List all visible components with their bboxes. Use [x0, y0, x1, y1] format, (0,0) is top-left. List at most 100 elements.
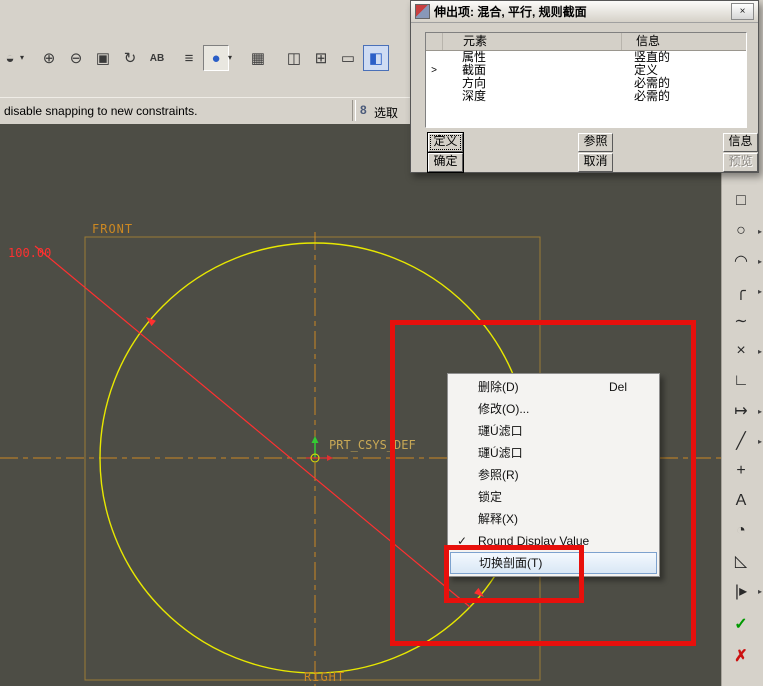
- annotation-rectangle-small: [444, 545, 584, 603]
- repaint-icon: ↻: [124, 49, 137, 67]
- text-icon: A: [736, 492, 747, 510]
- active-window-icon: ◧: [369, 49, 383, 67]
- dimension-icon: +: [736, 462, 745, 480]
- mirror-tool[interactable]: |▸: [728, 578, 754, 604]
- flyout-arrow-icon[interactable]: ▸: [758, 287, 762, 296]
- flyout-arrow-icon[interactable]: ▸: [758, 347, 762, 356]
- table-header-row: 元素 信息: [426, 33, 746, 51]
- spin-center-icon: ●: [211, 50, 220, 67]
- chamfer-tool[interactable]: ◺: [728, 548, 754, 574]
- modify-tool[interactable]: ◔: [728, 518, 754, 544]
- rectangle-tool[interactable]: □: [728, 188, 754, 214]
- text-tool[interactable]: A: [728, 488, 754, 514]
- element-dialog: 伸出项: 混合, 平行, 规则截面 × 元素 信息 属性 竖直的 > 截面 定义…: [410, 0, 759, 173]
- view-grid-icon: ▦: [251, 49, 265, 67]
- cancel-button[interactable]: 取消: [578, 153, 613, 172]
- dialog-titlebar[interactable]: 伸出项: 混合, 平行, 规则截面 ×: [411, 1, 758, 23]
- element-cell: 深度: [442, 90, 620, 103]
- select-status-label: 选取: [374, 104, 398, 121]
- circle-icon: ○: [736, 222, 746, 240]
- window-tile-button[interactable]: ◫: [281, 45, 307, 71]
- flyout-arrow-icon[interactable]: ▸: [758, 407, 762, 416]
- repaint-button[interactable]: ↻: [117, 45, 143, 71]
- point-tool[interactable]: ×: [728, 338, 754, 364]
- rectangle-icon: □: [736, 192, 746, 210]
- spline-tool[interactable]: ∼: [728, 308, 754, 334]
- tag-display-button[interactable]: AB: [144, 45, 170, 71]
- csys-tool[interactable]: ∟: [728, 368, 754, 394]
- define-button[interactable]: 定义: [428, 133, 463, 152]
- quit-button[interactable]: ✗: [728, 643, 754, 669]
- accept-button[interactable]: ✓: [728, 611, 754, 637]
- table-gutter: [426, 33, 443, 50]
- flyout-arrow-icon[interactable]: ▸: [758, 587, 762, 596]
- zoom-fit-button[interactable]: ▣: [90, 45, 116, 71]
- layers-icon: ≡: [185, 50, 194, 67]
- row-marker: [426, 90, 442, 103]
- dialog-icon: [415, 4, 430, 19]
- dialog-title: 伸出项: 混合, 平行, 规则截面: [434, 3, 727, 20]
- datum-display-icon: ◒: [5, 50, 14, 67]
- window-wide-button[interactable]: ▭: [335, 45, 361, 71]
- spin-center-button[interactable]: ●: [203, 45, 229, 71]
- row-marker: [426, 77, 442, 90]
- window-new-button[interactable]: ⊞: [308, 45, 334, 71]
- column-header-info[interactable]: 信息: [622, 33, 746, 50]
- datum-display-button[interactable]: ◒: [0, 45, 20, 71]
- modify-icon: ◔: [736, 522, 746, 540]
- window-wide-icon: ▭: [341, 49, 355, 67]
- chamfer-icon: ◺: [735, 551, 747, 571]
- right-datum-label[interactable]: RIGHT: [304, 670, 345, 684]
- csys-x-arrow-icon: [327, 455, 333, 461]
- mirror-icon: |▸: [735, 581, 747, 601]
- flyout-arrow-icon[interactable]: ▸: [758, 257, 762, 266]
- row-marker: [426, 51, 442, 64]
- preview-button: 预览: [723, 153, 758, 172]
- arc-icon: ◠: [734, 251, 748, 271]
- dimension-tool[interactable]: +: [728, 458, 754, 484]
- chevron-down-icon[interactable]: ▾: [228, 53, 232, 62]
- dimension-value[interactable]: 100.00: [8, 246, 51, 260]
- fillet-tool[interactable]: ╭: [728, 278, 754, 304]
- snap-lock-icon[interactable]: 8: [360, 103, 367, 117]
- front-datum-label[interactable]: FRONT: [92, 222, 133, 236]
- table-row[interactable]: 深度 必需的: [426, 90, 746, 103]
- offset-edge-icon: ╱: [736, 431, 746, 451]
- info-button[interactable]: 信息: [723, 133, 758, 152]
- close-button[interactable]: ×: [731, 3, 754, 20]
- window-new-icon: ⊞: [315, 49, 328, 67]
- flyout-arrow-icon[interactable]: ▸: [758, 227, 762, 236]
- use-edge-tool[interactable]: ↦: [728, 398, 754, 424]
- layers-button[interactable]: ≡: [176, 45, 202, 71]
- circle-tool[interactable]: ○: [728, 218, 754, 244]
- offset-edge-tool[interactable]: ╱: [728, 428, 754, 454]
- close-icon: ×: [740, 6, 746, 17]
- flyout-arrow-icon[interactable]: ▸: [758, 437, 762, 446]
- row-marker: >: [426, 64, 442, 77]
- cross-icon: ✗: [734, 646, 747, 666]
- app-window: ◒ ▾ ⊕ ⊖ ▣ ↻ AB ≡ ● ▾ ▦ ◫ ⊞ ▭ ◧ disable s…: [0, 0, 763, 686]
- chevron-down-icon[interactable]: ▾: [20, 53, 24, 62]
- zoom-in-button[interactable]: ⊕: [36, 45, 62, 71]
- point-icon: ×: [736, 342, 745, 360]
- view-grid-button[interactable]: ▦: [245, 45, 271, 71]
- column-header-element[interactable]: 元素: [443, 33, 622, 50]
- status-message: disable snapping to new constraints.: [4, 104, 197, 118]
- refs-button[interactable]: 参照: [578, 133, 613, 152]
- element-table: 元素 信息 属性 竖直的 > 截面 定义 方向 必需的 深度 必需的: [425, 32, 747, 128]
- zoom-fit-icon: ▣: [96, 49, 110, 67]
- fillet-icon: ╭: [736, 281, 746, 301]
- csys-icon: ∟: [733, 372, 749, 390]
- check-icon: ✓: [734, 614, 747, 634]
- window-tile-icon: ◫: [287, 49, 301, 67]
- zoom-in-icon: ⊕: [43, 49, 56, 67]
- separator: [352, 100, 356, 121]
- arc-tool[interactable]: ◠: [728, 248, 754, 274]
- zoom-out-button[interactable]: ⊖: [63, 45, 89, 71]
- zoom-out-icon: ⊖: [70, 49, 83, 67]
- tag-display-icon: AB: [150, 53, 164, 64]
- active-window-button[interactable]: ◧: [363, 45, 389, 71]
- ok-button[interactable]: 确定: [428, 153, 463, 172]
- spline-icon: ∼: [734, 311, 747, 331]
- csys-y-arrow-icon: [312, 436, 319, 443]
